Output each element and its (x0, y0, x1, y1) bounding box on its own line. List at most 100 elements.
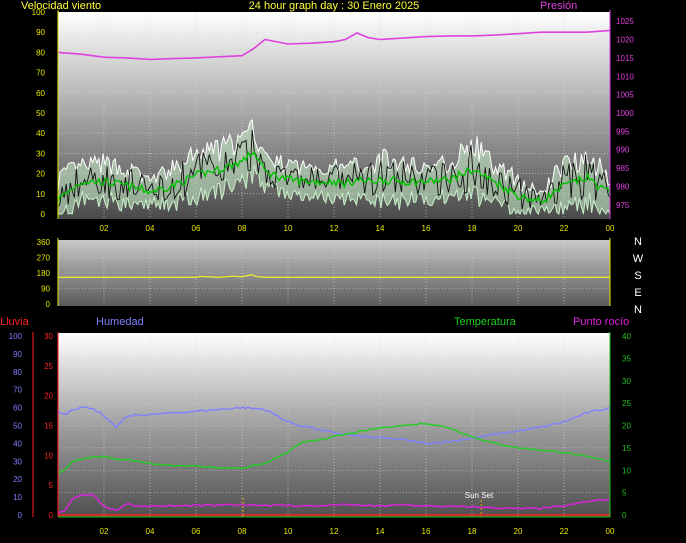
temperature-label: Temperatura (454, 316, 517, 328)
wind-speed-tick-label: 60 (36, 89, 45, 98)
pressure-tick-label: 1020 (616, 36, 634, 45)
rain-tick-label: 30 (44, 332, 53, 341)
direction-tick-label: 0 (46, 300, 51, 309)
humidity-axis: 0 10 20 30 40 50 60 70 80 90 100 (9, 332, 23, 520)
time-tick-label: 08 (238, 527, 247, 536)
rain-tick-label: 10 (44, 451, 53, 460)
rain-label: Lluvia (0, 316, 30, 328)
pressure-tick-label: 1010 (616, 72, 634, 81)
temperature-axis: 0 5 10 15 20 25 30 35 40 (622, 332, 631, 520)
rain-tick-label: 15 (44, 422, 53, 431)
temperature-tick-label: 35 (622, 354, 631, 363)
compass-letter: N (634, 304, 642, 316)
temperature-tick-label: 15 (622, 444, 631, 453)
humidity-tick-label: 0 (18, 511, 23, 520)
wind-speed-tick-label: 40 (36, 129, 45, 138)
humidity-tick-label: 40 (13, 439, 22, 448)
time-tick-label: 12 (330, 527, 339, 536)
wind-speed-tick-label: 50 (36, 109, 45, 118)
time-tick-label: 10 (284, 224, 293, 233)
wind-speed-tick-label: 80 (36, 48, 45, 57)
wind-speed-tick-label: 0 (41, 210, 46, 219)
humidity-tick-label: 50 (13, 422, 22, 431)
humidity-tick-label: 90 (13, 350, 22, 359)
sunset-annotation: Sun Set (465, 491, 494, 500)
rain-tick-label: 0 (49, 511, 54, 520)
pressure-axis: 975 980 985 990 995 1000 1005 1010 1015 1020 1025 (616, 17, 634, 210)
compass-letter: W (633, 253, 644, 265)
humidity-tick-label: 20 (13, 475, 22, 484)
time-tick-label: 10 (284, 527, 293, 536)
rain-axis: 0 5 10 15 20 25 30 (44, 332, 53, 520)
time-tick-label: 02 (100, 224, 109, 233)
time-tick-label: 20 (514, 224, 523, 233)
humidity-tick-label: 100 (9, 332, 23, 341)
time-tick-label: 02 (100, 527, 109, 536)
temperature-tick-label: 20 (622, 422, 631, 431)
time-tick-label: 04 (146, 527, 155, 536)
direction-tick-label: 360 (37, 238, 51, 247)
time-tick-label: 18 (468, 224, 477, 233)
wind-speed-axis: 0102030405060708090100 (32, 8, 46, 219)
humidity-tick-label: 30 (13, 457, 22, 466)
time-tick-label: 00 (606, 527, 615, 536)
compass-letter: N (634, 236, 642, 248)
time-tick-label: 06 (192, 527, 201, 536)
weather-graph: 0102030405060708090100 97598098599099510… (0, 0, 644, 536)
temperature-tick-label: 30 (622, 377, 631, 386)
rain-tick-label: 20 (44, 392, 53, 401)
time-tick-label: 08 (238, 224, 247, 233)
pressure-tick-label: 1005 (616, 91, 634, 100)
wind-speed-label: Velocidad viento (21, 0, 101, 12)
pressure-tick-label: 985 (616, 164, 630, 173)
compass-letter: S (634, 270, 641, 282)
dewpoint-label: Punto rocío (573, 316, 629, 328)
temperature-tick-label: 0 (622, 511, 627, 520)
wind-speed-tick-label: 20 (36, 170, 45, 179)
pressure-label: Presión (540, 0, 577, 12)
wind-speed-tick-label: 30 (36, 149, 45, 158)
humidity-tick-label: 60 (13, 404, 22, 413)
temperature-tick-label: 5 (622, 489, 627, 498)
pressure-tick-label: 975 (616, 201, 630, 210)
direction-tick-label: 180 (37, 269, 51, 278)
time-tick-label: 14 (376, 224, 385, 233)
time-tick-label: 22 (560, 224, 569, 233)
time-tick-label: 16 (422, 527, 431, 536)
time-tick-label: 16 (422, 224, 431, 233)
bottom-time-axis: 02 04 06 08 10 12 14 16 18 20 22 00 (100, 527, 615, 536)
time-tick-label: 20 (514, 527, 523, 536)
humidity-tick-label: 10 (13, 493, 22, 502)
rain-tick-label: 5 (49, 481, 54, 490)
chart-title: 24 hour graph day : 30 Enero 2025 (249, 0, 420, 12)
compass-letter: E (634, 287, 641, 299)
humidity-label: Humedad (96, 316, 144, 328)
temperature-tick-label: 10 (622, 466, 631, 475)
time-tick-label: 06 (192, 224, 201, 233)
rain-tick-label: 25 (44, 362, 53, 371)
temperature-tick-label: 25 (622, 399, 631, 408)
time-tick-label: 04 (146, 224, 155, 233)
wind-speed-tick-label: 10 (36, 190, 45, 199)
pressure-tick-label: 1015 (616, 54, 634, 63)
humidity-tick-label: 80 (13, 368, 22, 377)
time-tick-label: 22 (560, 527, 569, 536)
temperature-tick-label: 40 (622, 332, 631, 341)
direction-tick-label: 90 (41, 285, 50, 294)
time-tick-label: 14 (376, 527, 385, 536)
time-tick-label: 12 (330, 224, 339, 233)
time-tick-label: 00 (606, 224, 615, 233)
pressure-tick-label: 1025 (616, 17, 634, 26)
wind-direction-axis: 0 90 180 270 360 (37, 238, 51, 309)
pressure-tick-label: 995 (616, 127, 630, 136)
pressure-tick-label: 980 (616, 182, 630, 191)
humidity-tick-label: 70 (13, 386, 22, 395)
direction-tick-label: 270 (37, 254, 51, 263)
pressure-tick-label: 1000 (616, 109, 634, 118)
time-tick-label: 18 (468, 527, 477, 536)
wind-speed-tick-label: 70 (36, 69, 45, 78)
wind-speed-tick-label: 90 (36, 28, 45, 37)
pressure-tick-label: 990 (616, 146, 630, 155)
compass-labels: NWSEN (633, 236, 644, 316)
top-time-axis: 02 04 06 08 10 12 14 16 18 20 22 00 (100, 224, 615, 233)
